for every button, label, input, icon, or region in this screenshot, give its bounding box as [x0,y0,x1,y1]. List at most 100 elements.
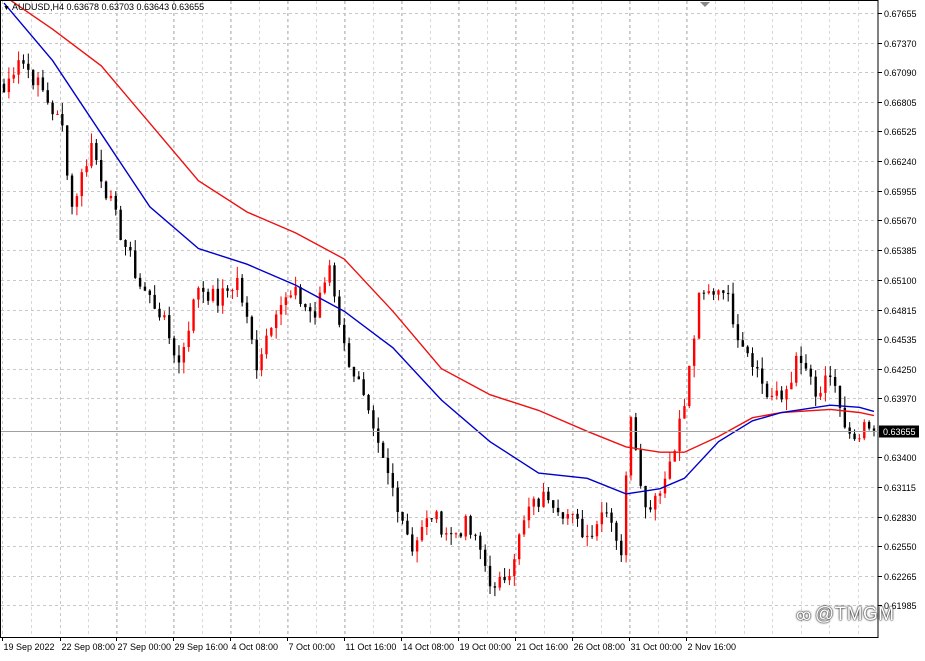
bull-candle [790,371,793,390]
x-tick-label: 31 Oct 00:00 [631,642,683,652]
bull-candle [163,311,166,321]
candle-body [134,250,137,278]
candle-body [309,307,312,312]
candle-body [420,526,424,541]
candle-body [795,355,798,383]
candle-body [352,366,356,377]
ma-slow-line [8,0,875,453]
candle-body [362,379,365,395]
bull-candle [221,279,224,314]
x-tick-label: 27 Sep 00:00 [118,642,172,652]
bear-candle [401,511,404,525]
x-tick-label: 22 Sep 08:00 [62,642,116,652]
bear-candle [751,347,754,376]
candle-body [90,142,93,167]
candle-body [182,347,186,363]
candle-body [425,518,429,527]
candle-body [299,286,302,305]
price-chart[interactable]: 0.67655 0.67370 0.67090 0.66805 0.66525 0.662… [0,0,925,656]
x-tick-label: 4 Oct 08:00 [232,642,279,652]
candle-body [435,511,438,520]
candle-body [22,60,25,64]
candle-body [853,433,856,440]
bull-candle [717,289,720,301]
candle-body [785,389,788,400]
candle-body [561,512,565,519]
candle-body [119,209,122,240]
bear-candle [406,513,409,536]
y-tick-label: 0.63970 [884,394,917,404]
bear-candle [138,273,142,290]
bull-candle [688,365,691,409]
bull-candle [90,133,93,169]
candle-body [270,328,273,336]
y-tick-label: 0.65385 [884,246,917,256]
candle-body [129,246,132,251]
bear-candle [449,527,453,545]
candle-body [848,427,851,434]
bull-candle [211,285,215,303]
candle-body [576,513,579,519]
candle-body [357,376,361,380]
candle-body [231,290,234,292]
candle-body [343,324,346,344]
bear-candle [556,499,560,516]
candle-body [226,288,229,291]
bear-candle [814,370,817,406]
y-tick-label: 0.62550 [884,542,917,552]
y-tick-label: 0.65670 [884,216,917,226]
bull-candle [425,510,429,536]
bull-candle [498,571,501,591]
candle-body [12,74,15,79]
bear-candle [780,386,783,403]
scroll-marker-icon[interactable] [700,2,710,7]
candle-body [396,487,399,513]
chart-canvas[interactable]: 0.67655 0.67370 0.67090 0.66805 0.66525 0.662… [0,0,925,656]
bear-candle [620,534,623,562]
bull-candle [624,471,628,563]
candle-body [780,390,783,400]
bear-candle [362,372,365,397]
y-tick-label: 0.63115 [884,483,916,493]
bear-candle [411,527,414,556]
bear-candle [381,440,385,458]
bear-candle [765,381,769,400]
symbol-dropdown-icon[interactable]: ▼ [3,5,10,12]
bull-candle [795,352,798,387]
candle-body [255,339,258,371]
y-tick-label: 0.67090 [884,68,917,78]
bear-candle [731,282,735,328]
bear-candle [581,510,584,539]
bear-candle [357,371,361,380]
bull-candle [522,515,526,538]
bear-candle [756,360,759,378]
bull-candle [600,502,604,533]
bear-candle [245,296,249,324]
candle-body [858,438,861,440]
bull-candle [415,536,419,563]
bull-candle [673,449,676,462]
bear-candle [104,180,108,201]
candle-body [829,375,832,378]
grid [1,1,878,637]
candle-body [80,172,83,197]
bull-candle [513,553,516,586]
bear-candle [119,205,122,241]
candle-body [707,291,710,294]
bear-candle [41,69,45,92]
candle-body [85,166,88,173]
candle-body [527,506,531,521]
bull-candle [289,290,292,299]
bear-candle [46,82,49,105]
candle-body [216,288,220,306]
x-tick-label: 19 Sep 2022 [4,642,55,652]
candle-body [799,355,803,363]
bear-candle [309,303,312,323]
candle-body [386,457,390,474]
bull-candle [435,510,438,523]
bull-candle [182,342,186,374]
candle-body [430,518,433,520]
bear-candle [377,417,380,453]
candle-body [464,516,467,537]
symbol-label: AUDUSD,H4 [11,2,64,12]
